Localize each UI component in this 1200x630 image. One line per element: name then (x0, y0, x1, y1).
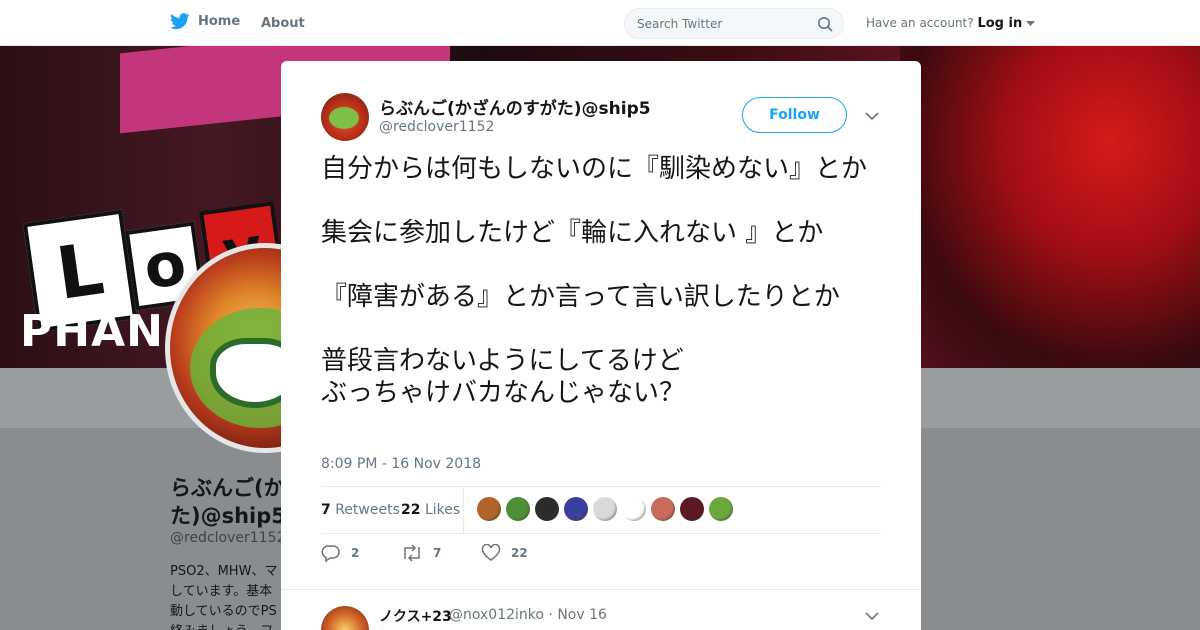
reply-button[interactable]: 2 (321, 544, 359, 562)
liker-avatar[interactable] (564, 497, 588, 521)
liker-avatar[interactable] (680, 497, 704, 521)
liker-avatar[interactable] (593, 497, 617, 521)
nav-home-link[interactable]: Home (170, 13, 240, 30)
heart-icon (481, 544, 501, 561)
search-placeholder: Search Twitter (637, 16, 723, 31)
like-count: 22 (511, 546, 528, 560)
tweet-modal: らぶんご(かざんのすがた)@ship5 @redclover1152 Follo… (281, 61, 921, 630)
liker-avatar[interactable] (535, 497, 559, 521)
liker-avatar[interactable] (622, 497, 646, 521)
reply-tweet[interactable]: ノクス+23 @nox012inko · Nov 16 (281, 589, 921, 630)
search-icon[interactable] (817, 16, 833, 32)
retweets-stat[interactable]: 7 Retweets (321, 502, 400, 518)
caret-down-icon[interactable] (1026, 20, 1036, 27)
nav-about-link[interactable]: About (261, 16, 305, 31)
retweet-count: 7 (433, 546, 442, 560)
tweet-timestamp[interactable]: 8:09 PM - 16 Nov 2018 (321, 456, 481, 472)
chevron-down-icon[interactable] (864, 108, 880, 124)
reply-author-avatar[interactable] (321, 606, 369, 630)
retweet-icon (404, 544, 420, 562)
banner-text: PHAN (20, 306, 164, 357)
likes-label: Likes (424, 502, 461, 518)
close-icon[interactable] (1153, 11, 1179, 37)
retweets-count: 7 (321, 502, 331, 518)
profile-bio: PSO2、MHW、マ しています。基本 動しているのでPS 絡みましょう。フ (170, 564, 278, 630)
profile-handle: @redclover1152 (170, 530, 286, 546)
account-area: Have an account? Log in (866, 16, 1036, 31)
tweet-author-handle[interactable]: @redclover1152 (379, 119, 494, 135)
search-input[interactable]: Search Twitter (624, 8, 844, 39)
chevron-down-icon[interactable] (864, 608, 880, 624)
liker-avatar[interactable] (506, 497, 530, 521)
liker-avatar[interactable] (477, 497, 501, 521)
likes-count: 22 (401, 502, 421, 518)
nav-home-label: Home (198, 14, 241, 29)
reply-separator: · (548, 607, 558, 623)
tweet-text: 自分からは何もしないのに『馴染めない』とか 集会に参加したけど『輪に入れない 』… (321, 154, 868, 408)
account-prompt: Have an account? (866, 16, 974, 30)
tweet-author-avatar[interactable] (321, 93, 369, 141)
reply-icon (321, 545, 340, 562)
reply-date[interactable]: Nov 16 (557, 607, 607, 623)
liker-avatars (477, 497, 733, 521)
twitter-bird-icon (170, 13, 190, 30)
likes-stat[interactable]: 22 Likes (401, 502, 460, 518)
tweet-stats: 7 Retweets 22 Likes (321, 486, 881, 534)
login-link[interactable]: Log in (977, 16, 1022, 31)
stats-divider (463, 487, 464, 533)
retweet-button[interactable]: 7 (401, 544, 441, 562)
reply-author-meta: @nox012inko · Nov 16 (449, 607, 607, 623)
banner-character-hair (900, 46, 1200, 368)
reply-author-name[interactable]: ノクス+23 (379, 606, 452, 626)
top-navigation-bar: Home About Search Twitter Have an accoun… (0, 0, 1200, 46)
avatar-character (329, 107, 359, 129)
follow-button[interactable]: Follow (742, 97, 847, 133)
reply-author-handle[interactable]: @nox012inko (449, 607, 544, 623)
tweet-author-name[interactable]: らぶんご(かざんのすがた)@ship5 (379, 94, 651, 119)
like-button[interactable]: 22 (481, 544, 528, 562)
reply-count: 2 (351, 546, 360, 560)
retweets-label: Retweets (335, 502, 400, 518)
liker-avatar[interactable] (651, 497, 675, 521)
liker-avatar[interactable] (709, 497, 733, 521)
profile-name: らぶんご(か た)@ship5 (170, 476, 286, 528)
